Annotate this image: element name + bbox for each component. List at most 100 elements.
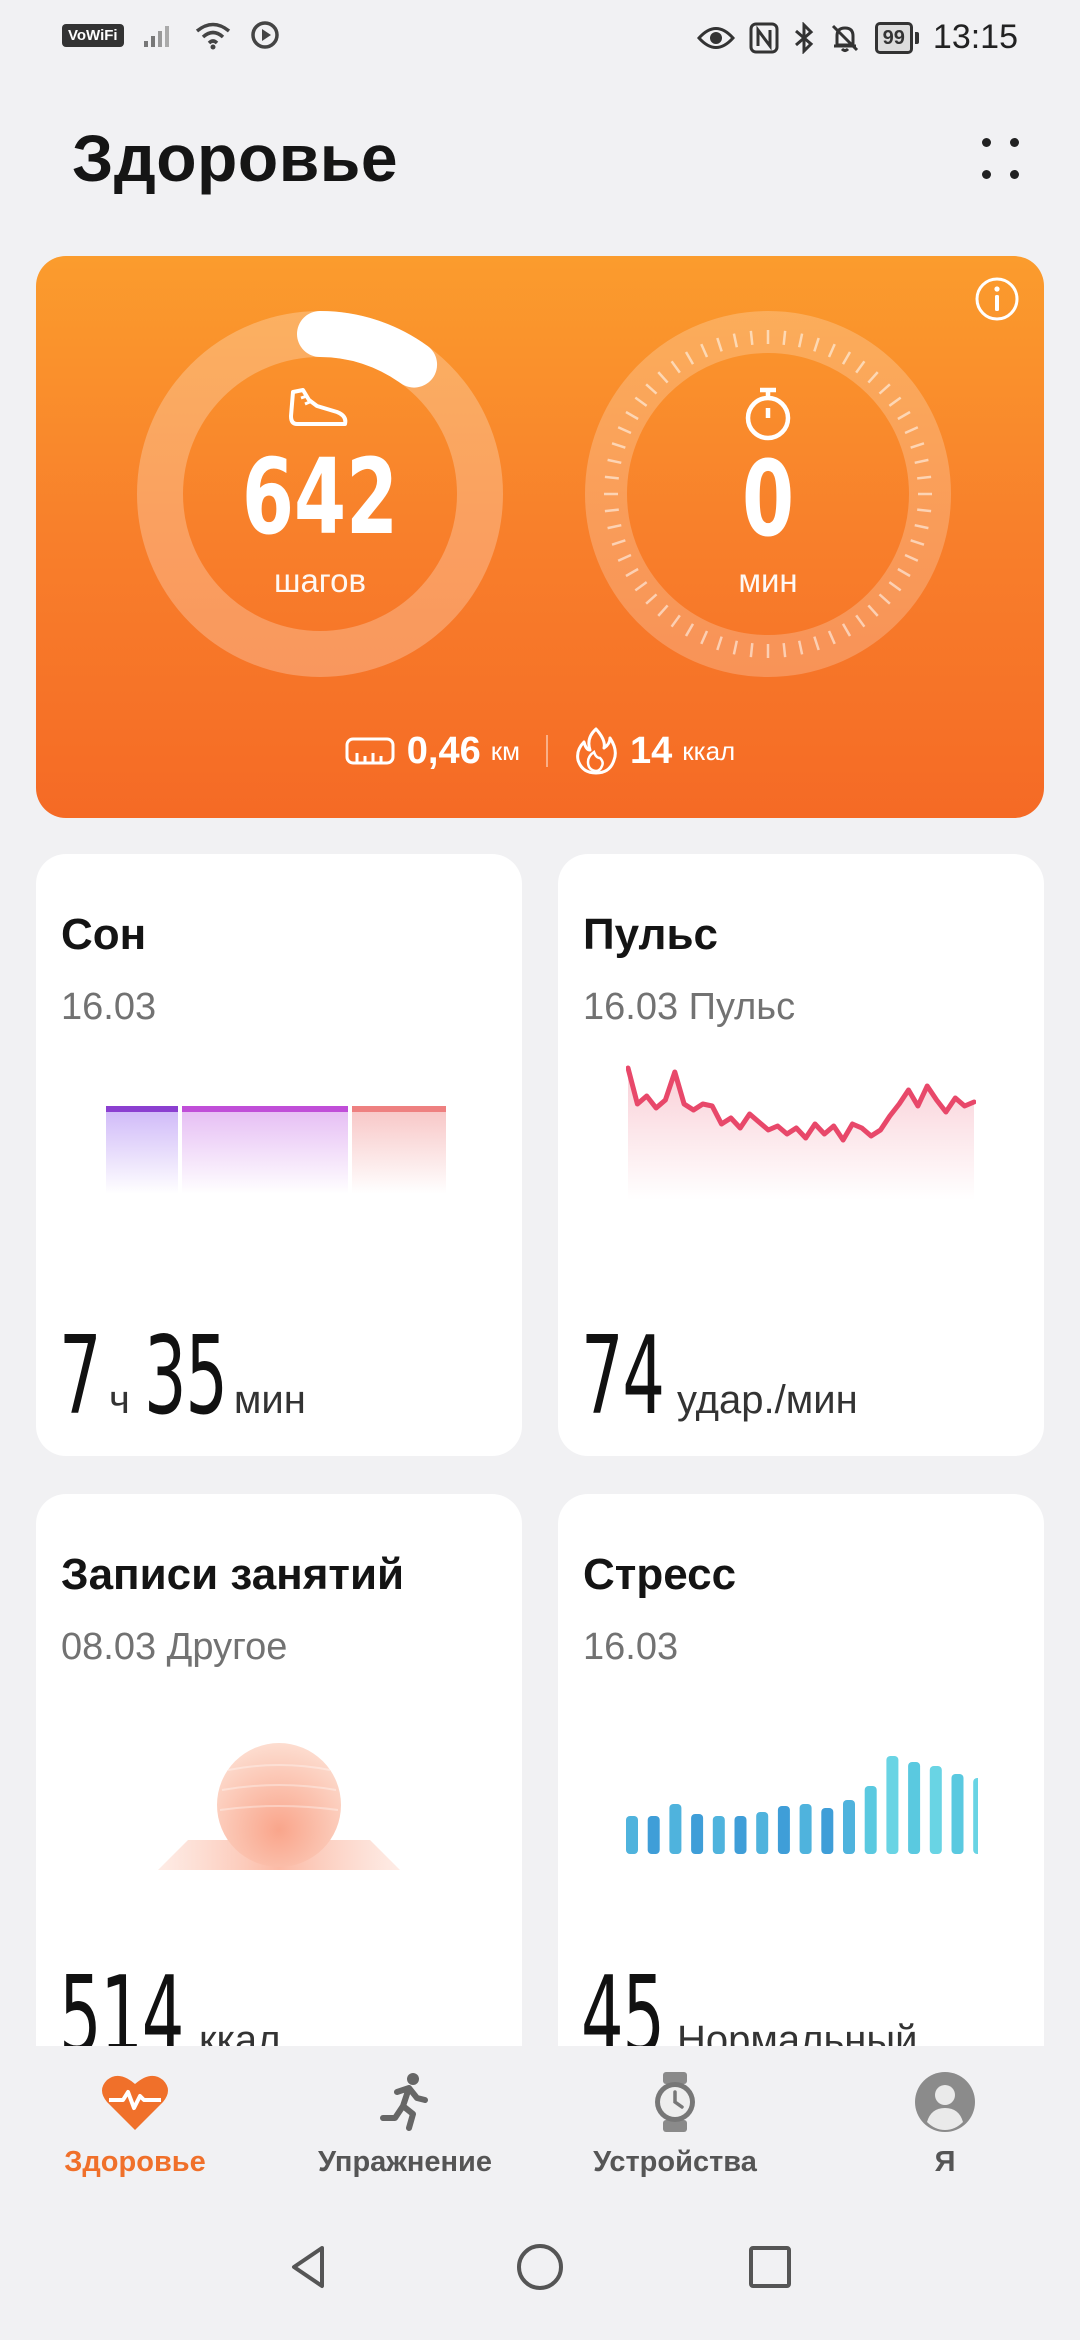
heart-rate-tile[interactable]: Пульс 16.03 Пульс 74 удар./мин (558, 854, 1044, 1456)
page-title: Здоровье (72, 121, 399, 195)
stress-bar (973, 1778, 978, 1854)
distance-unit: км (490, 735, 520, 766)
steps-unit: шагов (273, 562, 367, 599)
ruler-icon (345, 737, 395, 765)
sleep-stage-rem (352, 1108, 446, 1194)
stress-bar (777, 1806, 790, 1854)
wifi-icon (195, 22, 230, 50)
heart-rate-title: Пульс (583, 910, 718, 959)
running-icon (380, 2073, 428, 2131)
sleep-stage-light (182, 1108, 348, 1194)
nav-me-label: Я (934, 2146, 956, 2178)
bell-off-icon (831, 24, 858, 52)
stress-tile[interactable]: Стресс 16.03 45 Нормальный (558, 1494, 1044, 2094)
back-icon[interactable] (282, 2240, 336, 2294)
battery-level: 99 (874, 21, 913, 54)
heart-pulse-icon (102, 2075, 168, 2130)
recents-icon[interactable] (743, 2240, 797, 2294)
stress-chart (626, 1756, 978, 1854)
sleep-tile[interactable]: Сон 16.03 7 ч 35 мин (36, 854, 522, 1456)
stress-bar (626, 1816, 638, 1854)
status-bar: VoWiFi 99 13:15 (0, 0, 1080, 80)
heart-rate-subtitle: 16.03 Пульс (583, 986, 796, 1028)
minute-tick (917, 475, 932, 480)
nav-health-label: Здоровье (64, 2146, 206, 2178)
more-dots-icon (982, 138, 991, 147)
stopwatch-icon (745, 387, 791, 441)
stress-bar (647, 1816, 660, 1854)
heart-rate-value: 74 (581, 1314, 665, 1439)
minute-tick (749, 643, 754, 658)
eye-icon (696, 26, 735, 49)
stress-bar (691, 1814, 704, 1854)
nav-health[interactable]: Здоровье (0, 2070, 270, 2179)
stress-date: 16.03 (583, 1626, 679, 1668)
sleep-minutes: 35 (143, 1314, 228, 1439)
activity-totals: 0,46 км 14 ккал (36, 726, 1044, 776)
stress-bar (886, 1756, 899, 1854)
stress-bar (669, 1804, 682, 1854)
nfc-icon (749, 22, 779, 53)
sleep-hours-unit: ч (109, 1378, 130, 1422)
stress-bar (864, 1786, 877, 1854)
workout-records-title: Записи занятий (61, 1550, 405, 1599)
flame-icon (576, 727, 617, 775)
active-minutes-ring[interactable]: 0 мин (580, 306, 956, 682)
minutes-value: 0 (741, 438, 795, 560)
yoga-ball-illustration (158, 1743, 400, 1870)
minute-tick (782, 643, 787, 658)
stress-bar (821, 1808, 834, 1854)
avatar-icon (915, 2072, 975, 2132)
stress-bar (712, 1816, 725, 1854)
workout-records-tile[interactable]: Записи занятий 08.03 Другое 514 ккал (36, 1494, 522, 2094)
heart-rate-reading: 74 удар./мин (581, 1314, 858, 1439)
minute-tick (749, 330, 754, 345)
distance-value: 0,46 (406, 729, 481, 772)
stress-bar (908, 1762, 921, 1854)
calories-unit: ккал (682, 735, 736, 766)
workout-records-subtitle: 08.03 Другое (61, 1626, 288, 1668)
signal-icon (143, 26, 169, 47)
more-options-button[interactable] (968, 128, 1032, 192)
minute-tick (604, 508, 619, 513)
sleep-title: Сон (61, 910, 147, 959)
stress-bar (756, 1812, 769, 1854)
bluetooth-icon (794, 21, 813, 54)
stress-bar (951, 1774, 964, 1854)
stress-title: Стресс (583, 1550, 737, 1599)
vowifi-badge: VoWiFi (62, 23, 124, 47)
nav-exercise[interactable]: Упражнение (270, 2070, 540, 2179)
heart-rate-unit: удар./мин (677, 1378, 858, 1422)
sleep-stage-deep (106, 1108, 178, 1194)
sleep-minutes-unit: мин (233, 1378, 306, 1422)
sleep-hours: 7 (59, 1314, 102, 1439)
shoe-icon (289, 388, 348, 426)
minutes-unit: мин (738, 562, 798, 599)
watch-icon (655, 2072, 695, 2132)
stress-bar (843, 1800, 855, 1854)
stress-bar (799, 1804, 812, 1854)
minute-tick (604, 475, 619, 480)
sleep-stages-chart (106, 1106, 446, 1194)
info-icon[interactable] (974, 276, 1020, 322)
battery-indicator: 99 (874, 21, 919, 54)
screen-record-icon (250, 21, 279, 49)
heart-rate-chart (626, 1065, 976, 1200)
activity-summary-card[interactable]: 642 шагов 0 мин 0,46 км 14 ккал (36, 256, 1044, 818)
calories-value: 14 (629, 729, 673, 772)
steps-value: 642 (241, 436, 399, 558)
sleep-date: 16.03 (61, 986, 157, 1028)
steps-ring[interactable]: 642 шагов (132, 306, 508, 682)
minute-tick (782, 330, 787, 345)
stress-bar (734, 1816, 747, 1854)
nav-exercise-label: Упражнение (318, 2146, 492, 2178)
sleep-duration: 7 ч 35 мин (59, 1314, 306, 1439)
nav-devices-label: Устройства (593, 2146, 757, 2178)
minute-tick (917, 508, 932, 513)
system-navigation (0, 2240, 1080, 2310)
nav-me[interactable]: Я (810, 2070, 1080, 2179)
clock: 13:15 (932, 18, 1018, 56)
stress-bar (929, 1766, 942, 1854)
nav-devices[interactable]: Устройства (540, 2070, 810, 2179)
home-icon[interactable] (513, 2240, 567, 2294)
